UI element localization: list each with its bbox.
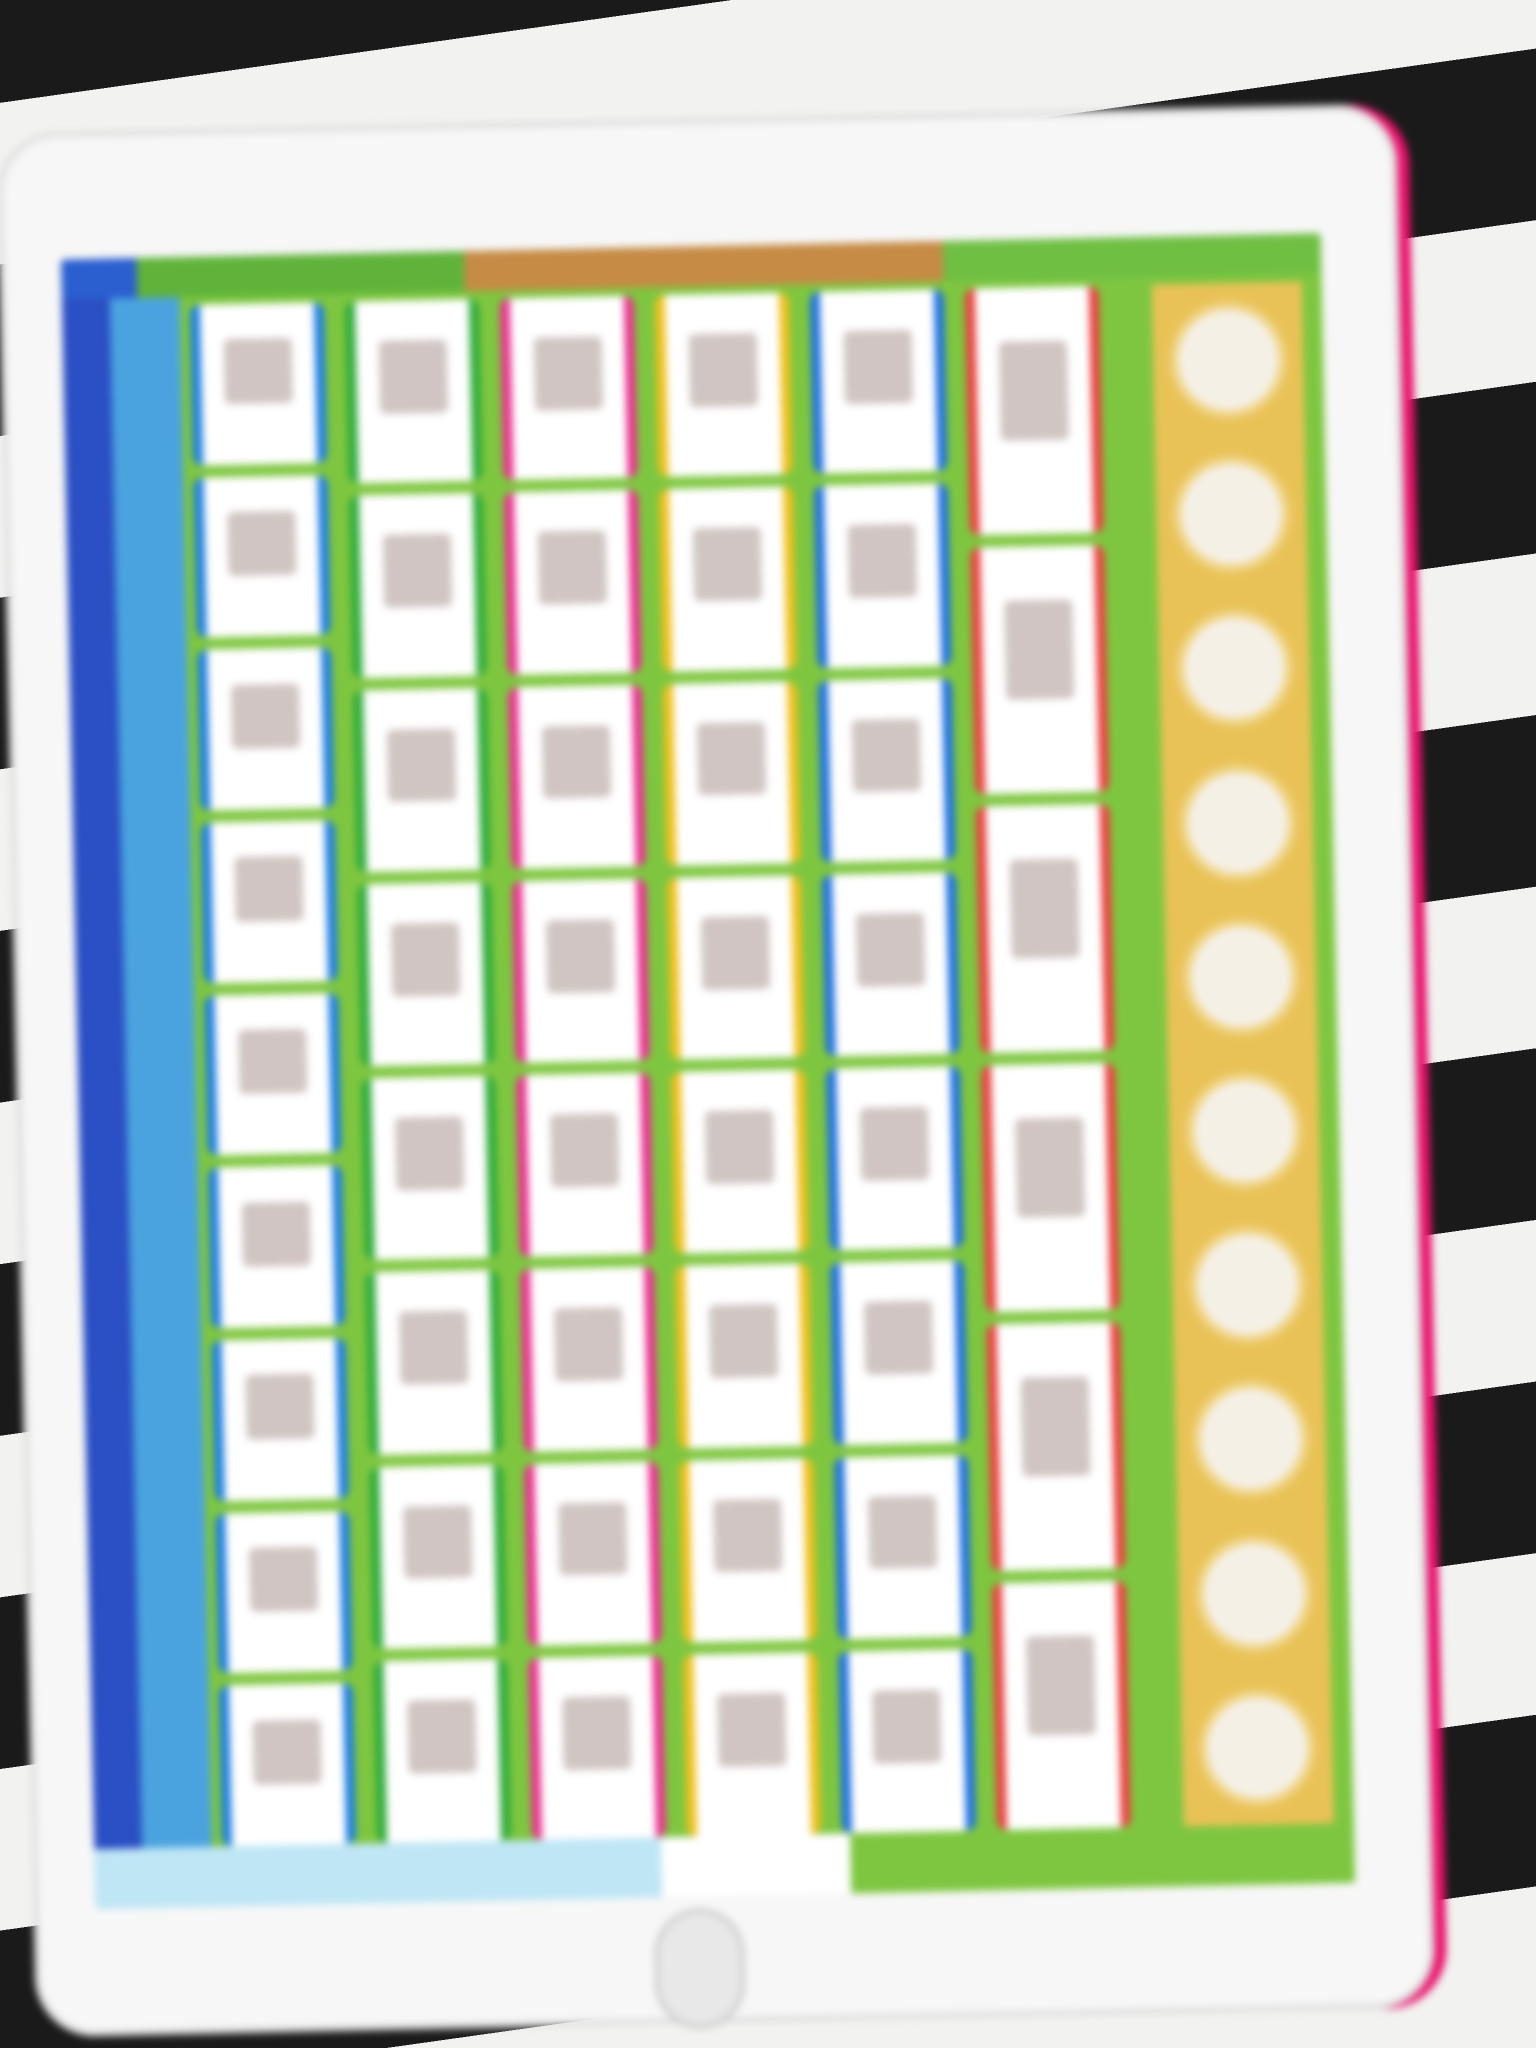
round-key[interactable] xyxy=(1180,463,1283,566)
tablet-frame xyxy=(0,103,1436,2038)
picture-key[interactable] xyxy=(499,295,638,481)
column-5 xyxy=(802,289,984,1834)
picture-key[interactable] xyxy=(211,1337,349,1502)
round-key[interactable] xyxy=(1196,1234,1299,1337)
picture-key[interactable] xyxy=(218,1683,357,1847)
picture-key[interactable] xyxy=(352,687,491,873)
picture-key[interactable] xyxy=(369,1464,508,1650)
column-3 xyxy=(492,295,674,1841)
round-key[interactable] xyxy=(1186,771,1289,874)
column-4 xyxy=(647,292,829,1837)
picture-key[interactable] xyxy=(975,803,1115,1054)
picture-key[interactable] xyxy=(991,1580,1131,1831)
picture-key[interactable] xyxy=(503,489,642,675)
picture-key[interactable] xyxy=(683,1651,822,1837)
picture-key[interactable] xyxy=(970,544,1110,795)
picture-key[interactable] xyxy=(204,992,342,1157)
round-key[interactable] xyxy=(1203,1542,1306,1645)
picture-key[interactable] xyxy=(365,1269,503,1455)
picture-key[interactable] xyxy=(524,1460,662,1646)
picture-key[interactable] xyxy=(507,683,646,869)
round-key[interactable] xyxy=(1193,1079,1296,1183)
picture-key[interactable] xyxy=(200,819,339,984)
picture-key[interactable] xyxy=(511,878,650,1064)
picture-key[interactable] xyxy=(344,298,483,484)
picture-key[interactable] xyxy=(830,1260,968,1446)
round-key[interactable] xyxy=(1190,925,1293,1028)
picture-key[interactable] xyxy=(679,1457,817,1643)
picture-key[interactable] xyxy=(809,289,948,475)
picture-key[interactable] xyxy=(986,1321,1126,1572)
round-key[interactable] xyxy=(1206,1696,1309,1799)
circle-button-column xyxy=(1151,281,1334,1827)
picture-key[interactable] xyxy=(348,493,487,679)
picture-key[interactable] xyxy=(189,302,328,466)
picture-key[interactable] xyxy=(193,474,331,639)
picture-key[interactable] xyxy=(361,1075,499,1261)
picture-key[interactable] xyxy=(834,1454,972,1640)
round-key[interactable] xyxy=(1183,617,1286,720)
tablet-screen xyxy=(60,233,1356,1910)
picture-key[interactable] xyxy=(373,1658,512,1844)
picture-key[interactable] xyxy=(215,1510,353,1674)
home-button[interactable] xyxy=(653,1907,747,2030)
picture-key[interactable] xyxy=(980,1062,1121,1313)
round-key[interactable] xyxy=(1177,309,1280,412)
picture-key[interactable] xyxy=(654,292,793,478)
picture-key[interactable] xyxy=(666,874,805,1060)
column-6 xyxy=(957,285,1139,1831)
picture-key[interactable] xyxy=(520,1266,658,1452)
picture-key[interactable] xyxy=(671,1069,809,1255)
picture-key[interactable] xyxy=(675,1263,813,1449)
picture-key[interactable] xyxy=(357,881,495,1067)
top-strip xyxy=(60,233,1322,300)
picture-key[interactable] xyxy=(817,677,956,863)
picture-key[interactable] xyxy=(964,285,1104,536)
picture-key[interactable] xyxy=(825,1065,964,1251)
picture-key[interactable] xyxy=(516,1072,654,1258)
picture-key[interactable] xyxy=(207,1165,346,1329)
picture-key[interactable] xyxy=(528,1655,667,1841)
picture-key[interactable] xyxy=(813,483,952,669)
picture-key[interactable] xyxy=(821,871,960,1057)
picture-key[interactable] xyxy=(197,647,335,811)
picture-key[interactable] xyxy=(662,680,801,866)
picture-key[interactable] xyxy=(838,1648,976,1834)
round-key[interactable] xyxy=(1199,1388,1302,1491)
picture-key[interactable] xyxy=(658,486,797,672)
column-2 xyxy=(337,298,519,1844)
column-1 xyxy=(182,302,364,1847)
